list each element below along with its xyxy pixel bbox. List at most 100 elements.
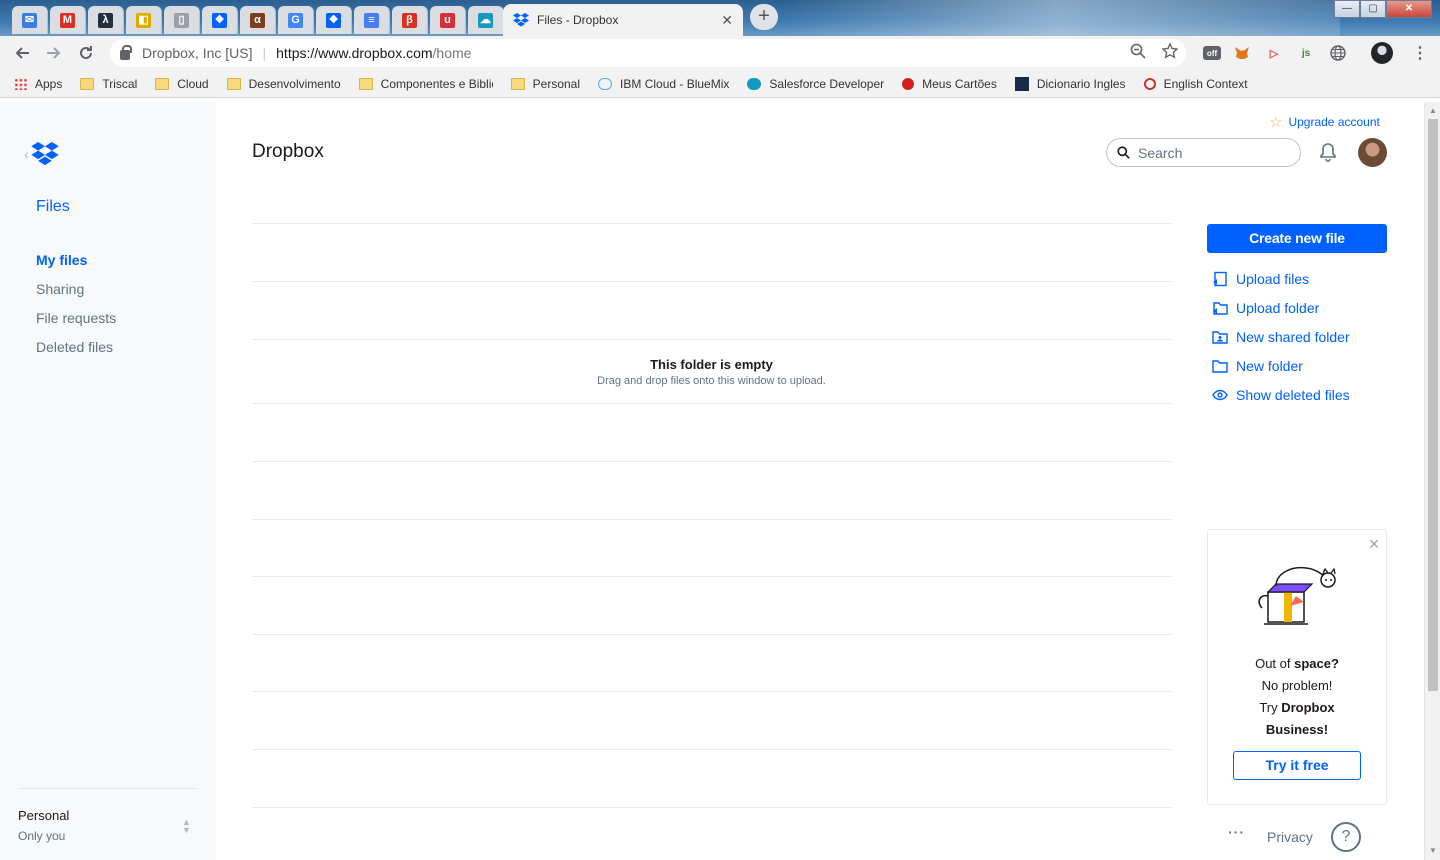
back-arrow-icon[interactable] (6, 39, 38, 67)
pinned-tab-lambda[interactable]: λ (88, 6, 124, 34)
create-new-file-button[interactable]: Create new file (1207, 224, 1387, 253)
bookmark-componentes-e-biblio[interactable]: Componentes e Biblio (358, 77, 493, 91)
bookmark-ibm-cloud-bluemix[interactable]: IBM Cloud - BlueMix (598, 77, 729, 91)
page-scrollbar[interactable]: ▲ ▼ (1424, 102, 1440, 860)
account-switch-icon[interactable]: ▲ ▼ (182, 818, 191, 835)
pinned-tab-doc[interactable]: ▯ (164, 6, 200, 34)
pinned-tab-alura[interactable]: α (240, 6, 276, 34)
file-row-divider (252, 691, 1171, 692)
metamask-fox-icon[interactable] (1231, 42, 1253, 64)
empty-title: This folder is empty (650, 357, 773, 372)
reload-icon[interactable] (70, 39, 102, 67)
pinned-tab-mail[interactable]: ✉ (12, 6, 48, 34)
mail-favicon-icon: ✉ (22, 12, 37, 28)
pinned-tab-keep[interactable]: ◧ (126, 6, 162, 34)
more-options-icon[interactable]: ··· (1228, 824, 1245, 840)
dictionary-icon (1014, 76, 1029, 91)
promo-close-icon[interactable]: ✕ (1368, 536, 1380, 553)
play-extension-icon[interactable]: ▷ (1263, 42, 1285, 64)
file-row-divider (252, 223, 1171, 224)
bookmark-desenvolvimento[interactable]: Desenvolvimento (226, 76, 341, 91)
shared-folder-icon (1212, 329, 1228, 345)
site-identity[interactable]: Dropbox, Inc [US] (142, 45, 253, 61)
scroll-up-icon[interactable]: ▲ (1429, 106, 1437, 115)
extension-off-icon[interactable]: off (1203, 46, 1221, 60)
dropbox-home-link[interactable]: ‹ (24, 142, 59, 166)
nav-sharing[interactable]: Sharing (36, 281, 116, 310)
upload-files-action[interactable]: Upload files (1212, 264, 1350, 293)
pinned-tab-udemy[interactable]: u (430, 6, 466, 34)
help-button[interactable]: ? (1331, 822, 1361, 852)
privacy-link[interactable]: Privacy (1267, 829, 1313, 845)
pinned-tab-dropbox[interactable]: ❖ (202, 6, 238, 34)
bookmark-triscal[interactable]: Triscal (80, 77, 137, 91)
pbs-favicon-icon: β (402, 12, 417, 28)
nav-file-requests[interactable]: File requests (36, 310, 116, 339)
collapse-chevron-icon[interactable]: ‹ (24, 146, 29, 162)
tab-close-icon[interactable]: ✕ (721, 12, 733, 29)
new-folder-label: New folder (1236, 357, 1303, 374)
search-box[interactable] (1106, 138, 1301, 167)
show-deleted-files-action[interactable]: Show deleted files (1212, 380, 1350, 409)
nav-my-files[interactable]: My files (36, 252, 116, 281)
maximize-button[interactable]: ▢ (1360, 0, 1386, 18)
globe-extension-icon[interactable] (1327, 42, 1349, 64)
bookmark-label: Cloud (177, 76, 209, 91)
bookmark-label: Apps (35, 76, 63, 91)
new-folder-action[interactable]: New folder (1212, 351, 1350, 380)
docs-favicon-icon: ≡ (364, 12, 379, 28)
pinned-tab-google[interactable]: G (278, 6, 314, 34)
bookmark-personal[interactable]: Personal (510, 76, 581, 91)
new-shared-folder-label: New shared folder (1236, 328, 1350, 345)
js-extension-icon[interactable]: js (1295, 42, 1317, 64)
zoom-icon[interactable] (1130, 43, 1146, 59)
forward-arrow-icon[interactable] (38, 39, 70, 67)
search-input[interactable] (1138, 144, 1288, 161)
bookmark-label: Personal (532, 76, 581, 91)
pinned-tab-gmail[interactable]: M (50, 6, 86, 34)
profile-avatar[interactable] (1371, 42, 1393, 64)
address-bar[interactable]: Dropbox, Inc [US] | https://www.dropbox.… (110, 39, 1186, 67)
omnibox-actions (1130, 43, 1178, 59)
window-close-button[interactable]: ✕ (1386, 0, 1432, 18)
bookmark-star-icon[interactable] (1162, 43, 1178, 59)
alura-favicon-icon: α (250, 12, 265, 28)
upload-file-icon (1212, 271, 1228, 287)
promo-line4: Business! (1265, 722, 1329, 737)
user-avatar[interactable] (1358, 138, 1387, 167)
promo-text: Out of space? No problem! Try Dropbox Bu… (1208, 653, 1386, 741)
account-switcher[interactable]: Personal Only you ▲ ▼ (18, 808, 191, 843)
active-tab[interactable]: Files - Dropbox ✕ (503, 4, 743, 36)
upgrade-account-link[interactable]: ☆ Upgrade account (1269, 113, 1380, 131)
bookmark-salesforce-developer[interactable]: Salesforce Developer (747, 77, 884, 91)
sidebar-files-link[interactable]: Files (36, 198, 70, 216)
pinned-tab-docs[interactable]: ≡ (354, 6, 390, 34)
file-row-divider (252, 576, 1171, 577)
url-path: /home (432, 45, 472, 61)
bookmark-english-context[interactable]: English Context (1143, 77, 1248, 91)
bookmark-dicionario-ingles[interactable]: Dicionario Ingles (1014, 76, 1126, 91)
minimize-button[interactable]: — (1334, 0, 1360, 18)
lock-icon (120, 45, 132, 60)
scroll-down-icon[interactable]: ▼ (1429, 846, 1437, 855)
new-tab-button[interactable]: + (750, 4, 778, 30)
upgrade-label: Upgrade account (1288, 115, 1380, 129)
bookmark-label: Desenvolvimento (248, 76, 341, 91)
scrollbar-thumb[interactable] (1428, 119, 1438, 691)
bookmark-label: Salesforce Developer (769, 76, 885, 91)
new-shared-folder-action[interactable]: New shared folder (1212, 322, 1350, 351)
browser-tabstrip: ✉ Mλ ◧ ▯ ❖ α G ❖ ≡ β u ☁ Files - Dropbox ✕ + — ▢ ✕ (0, 0, 1440, 36)
bookmark-apps[interactable]: Apps (14, 77, 62, 91)
folder-icon (510, 77, 525, 90)
upload-folder-action[interactable]: Upload folder (1212, 293, 1350, 322)
bookmark-meus-cart-es[interactable]: Meus Cartões (902, 77, 997, 91)
pinned-tab-salesforce[interactable]: ☁ (468, 6, 504, 34)
pinned-tab-pbs[interactable]: β (392, 6, 428, 34)
url-host: https://www.dropbox.com (276, 45, 433, 61)
pinned-tab-dropbox2[interactable]: ❖ (316, 6, 352, 34)
notifications-bell-icon[interactable] (1318, 142, 1338, 167)
try-it-free-button[interactable]: Try it free (1233, 751, 1361, 780)
browser-menu-icon[interactable]: ⋮ (1409, 42, 1431, 64)
bookmark-cloud[interactable]: Cloud (155, 76, 209, 91)
nav-deleted-files[interactable]: Deleted files (36, 339, 116, 368)
